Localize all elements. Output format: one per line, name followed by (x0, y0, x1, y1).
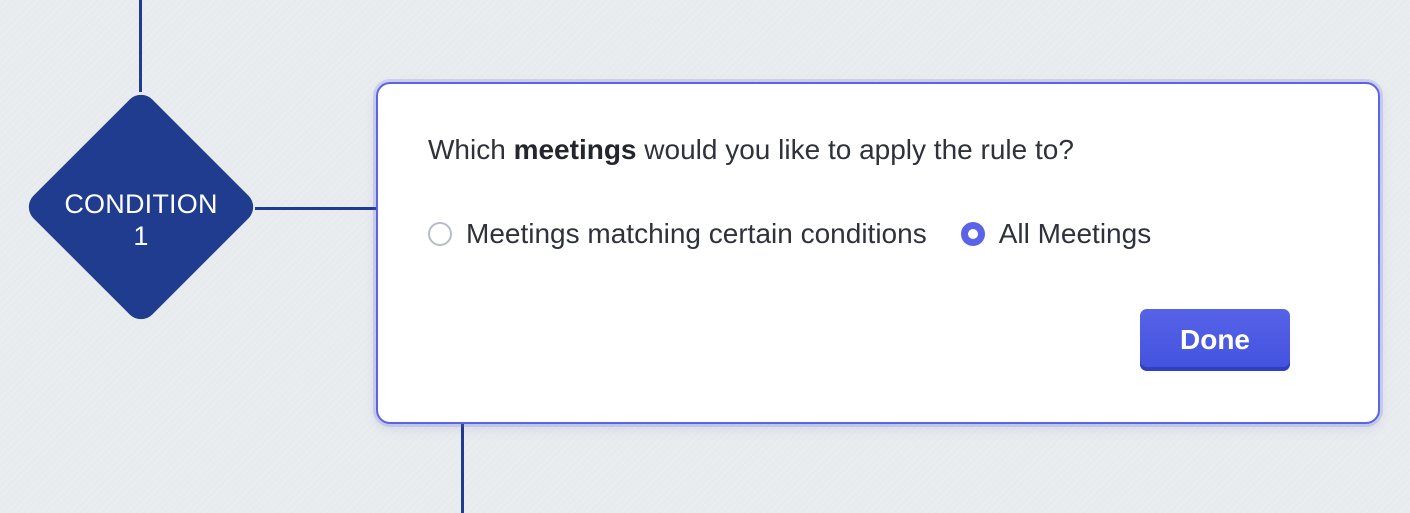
radio-unchecked-icon[interactable] (428, 222, 452, 246)
connector-right (255, 207, 379, 210)
popup-question: Which meetings would you like to apply t… (428, 134, 1074, 166)
question-suffix: would you like to apply the rule to? (636, 134, 1074, 165)
connector-bottom (461, 424, 464, 513)
rule-popup: Which meetings would you like to apply t… (376, 82, 1380, 424)
connector-top (139, 0, 142, 92)
radio-option-matching-conditions[interactable]: Meetings matching certain conditions (428, 218, 927, 250)
question-prefix: Which (428, 134, 514, 165)
radio-option-all-meetings[interactable]: All Meetings (960, 218, 1152, 250)
radio-label-all-meetings: All Meetings (998, 218, 1152, 249)
condition-node-title: CONDITION (64, 189, 218, 219)
condition-node-label: CONDITION 1 (20, 188, 262, 252)
meeting-scope-radio-group: Meetings matching certain conditions All… (428, 218, 1151, 250)
question-emphasis: meetings (513, 134, 637, 165)
radio-checked-icon[interactable] (960, 222, 985, 246)
done-button[interactable]: Done (1140, 309, 1290, 371)
radio-label-matching-conditions: Meetings matching certain conditions (466, 218, 927, 249)
condition-node-number: 1 (133, 221, 149, 251)
